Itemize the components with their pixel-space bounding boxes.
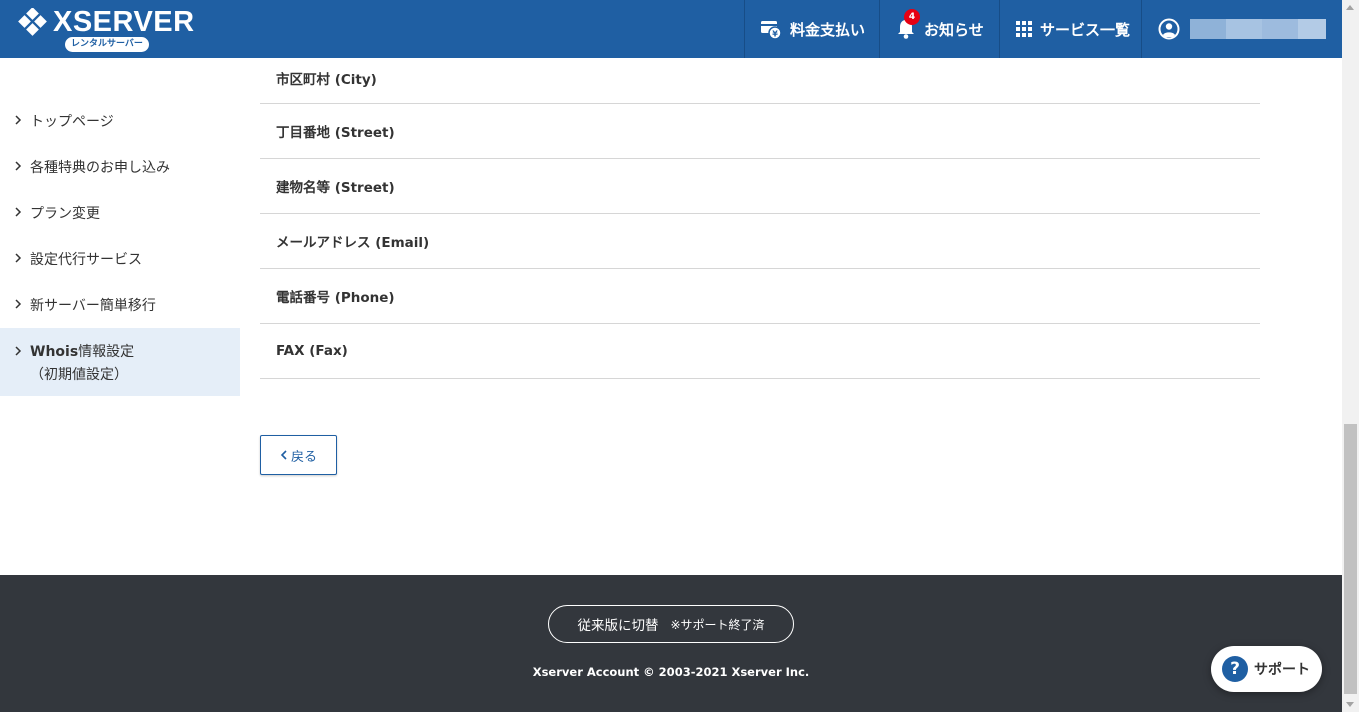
- support-button[interactable]: ? サポート: [1211, 646, 1322, 692]
- nav-news-label: お知らせ: [924, 20, 984, 39]
- logo-wordmark: XSERVER: [53, 6, 195, 38]
- payment-icon: ¥: [761, 21, 782, 40]
- row-label: 建物名等 (Street): [276, 180, 395, 196]
- sidebar-item-top-page[interactable]: トップページ: [0, 98, 240, 144]
- sidebar-item-label: トップページ: [30, 114, 114, 130]
- news-count-badge: 4: [904, 9, 920, 25]
- sidebar-nav: トップページ 各種特典のお申し込み プラン変更 設定代行サービス 新サーバー簡単…: [0, 98, 240, 396]
- table-row: 丁目番地 (Street): [260, 104, 1260, 159]
- switch-button-label: 従来版に切替: [577, 618, 659, 634]
- page-footer: 従来版に切替 ※サポート終了済 Xserver Account © 2003-2…: [0, 575, 1342, 712]
- copyright-text: Xserver Account © 2003-2021 Xserver Inc.: [532, 665, 810, 679]
- sidebar-item-label: 各種特典のお申し込み: [30, 160, 170, 176]
- sidebar-item-plan-change[interactable]: プラン変更: [0, 190, 240, 236]
- sidebar-item-sublabel: （初期値設定）: [30, 367, 128, 383]
- row-label: 市区町村 (City): [276, 72, 377, 88]
- scroll-up-arrow-icon[interactable]: [1346, 5, 1354, 10]
- chevron-right-icon: [15, 161, 22, 171]
- nav-payment-label: 料金支払い: [790, 20, 866, 39]
- sidebar-item-whois-settings[interactable]: Whois情報設定 （初期値設定）: [0, 328, 240, 396]
- chevron-right-icon: [15, 115, 22, 125]
- sidebar-item-label: 設定代行サービス: [30, 252, 142, 268]
- row-label: 丁目番地 (Street): [276, 125, 395, 141]
- back-button-label: 戻る: [290, 449, 317, 465]
- sidebar-item-setup-service[interactable]: 設定代行サービス: [0, 236, 240, 282]
- chevron-right-icon: [15, 253, 22, 263]
- xserver-logo[interactable]: XSERVER レンタルサーバー: [18, 5, 195, 55]
- chevron-right-icon: [15, 299, 22, 309]
- sidebar-item-label: Whois情報設定: [30, 344, 135, 360]
- svg-text:¥: ¥: [772, 30, 778, 39]
- sidebar-item-benefits[interactable]: 各種特典のお申し込み: [0, 144, 240, 190]
- row-label: FAX (Fax): [276, 343, 348, 359]
- sidebar-item-label: 新サーバー簡単移行: [30, 298, 156, 314]
- logo-subtitle: レンタルサーバー: [65, 37, 149, 52]
- chevron-left-icon: [280, 450, 287, 460]
- support-button-label: サポート: [1254, 662, 1310, 678]
- switch-button-note: ※サポート終了済: [670, 617, 765, 632]
- chevron-right-icon: [15, 207, 22, 217]
- scroll-down-arrow-icon[interactable]: [1346, 702, 1354, 707]
- sidebar-item-server-migration[interactable]: 新サーバー簡単移行: [0, 282, 240, 328]
- chevron-right-icon: [15, 346, 22, 356]
- user-name-redacted: [1190, 19, 1326, 39]
- table-row: 市区町村 (City): [260, 48, 1260, 104]
- table-row: FAX (Fax): [260, 324, 1260, 379]
- user-account-icon: [1158, 18, 1180, 40]
- table-row: 建物名等 (Street): [260, 159, 1260, 214]
- table-row: 電話番号 (Phone): [260, 269, 1260, 324]
- whois-info-table: 市区町村 (City) 丁目番地 (Street) 建物名等 (Street) …: [260, 48, 1260, 379]
- back-button[interactable]: 戻る: [260, 435, 337, 475]
- row-label: 電話番号 (Phone): [276, 290, 395, 306]
- page-scrollbar[interactable]: [1342, 0, 1359, 712]
- help-icon: ?: [1222, 656, 1248, 682]
- row-label: メールアドレス (Email): [276, 235, 430, 251]
- switch-legacy-version-button[interactable]: 従来版に切替 ※サポート終了済: [548, 605, 794, 643]
- nav-services-label: サービス一覧: [1040, 20, 1131, 39]
- table-row: メールアドレス (Email): [260, 214, 1260, 269]
- sidebar-item-label: プラン変更: [30, 206, 100, 222]
- scroll-thumb[interactable]: [1344, 424, 1357, 694]
- logo-diamond-icon: [18, 8, 47, 36]
- grid-icon: [1016, 21, 1032, 37]
